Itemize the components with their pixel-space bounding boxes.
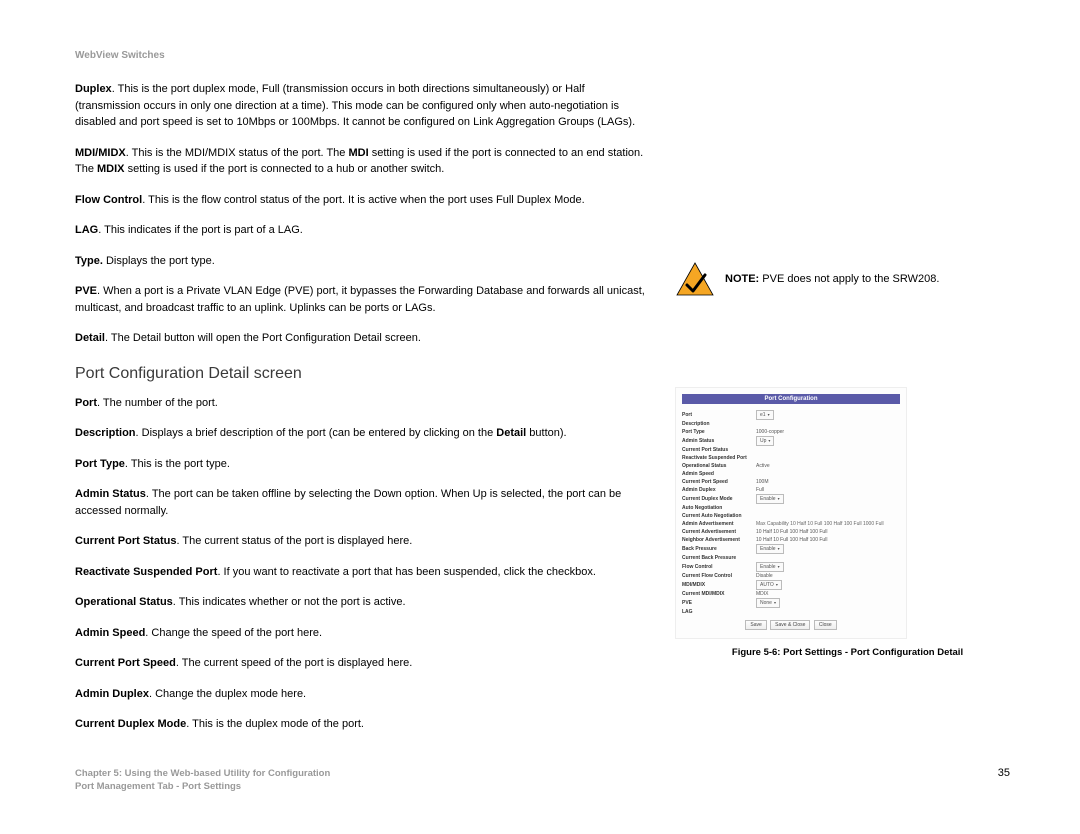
fig-pve[interactable]: None xyxy=(756,598,780,608)
item-current-duplex: Current Duplex Mode. This is the duplex … xyxy=(75,716,645,733)
fig-close-btn[interactable]: Close xyxy=(814,620,837,630)
item-port: Port. The number of the port. xyxy=(75,395,645,412)
fig-mdi[interactable]: AUTO xyxy=(756,580,782,590)
fig-save-btn[interactable]: Save xyxy=(745,620,766,630)
item-description: Description. Displays a brief descriptio… xyxy=(75,425,645,442)
para-mdi: MDI/MIDX. This is the MDI/MDIX status of… xyxy=(75,145,645,178)
page-header: WebView Switches xyxy=(75,50,1020,61)
para-detail-btn: Detail. The Detail button will open the … xyxy=(75,330,645,347)
item-admin-status: Admin Status. The port can be taken offl… xyxy=(75,486,645,519)
figure-title-bar: Port Configuration xyxy=(682,394,900,404)
fig-backpressure[interactable]: Enable xyxy=(756,544,784,554)
para-duplex: Duplex. This is the port duplex mode, Fu… xyxy=(75,81,645,131)
right-column: NOTE: PVE does not apply to the SRW208. … xyxy=(675,81,1020,747)
item-admin-speed: Admin Speed. Change the speed of the por… xyxy=(75,625,645,642)
note-icon xyxy=(675,261,715,297)
item-operational-status: Operational Status. This indicates wheth… xyxy=(75,594,645,611)
para-pve: PVE. When a port is a Private VLAN Edge … xyxy=(75,283,645,316)
main-text-column: Duplex. This is the port duplex mode, Fu… xyxy=(75,81,645,747)
fig-save-close-btn[interactable]: Save & Close xyxy=(770,620,810,630)
item-reactivate: Reactivate Suspended Port. If you want t… xyxy=(75,564,645,581)
figure-caption: Figure 5-6: Port Settings - Port Configu… xyxy=(675,647,1020,658)
footer-page-number: 35 xyxy=(998,767,1010,794)
para-type: Type. Displays the port type. xyxy=(75,253,645,270)
para-flow: Flow Control. This is the flow control s… xyxy=(75,192,645,209)
note-text: NOTE: PVE does not apply to the SRW208. xyxy=(725,273,939,285)
section-heading: Port Configuration Detail screen xyxy=(75,365,645,383)
item-port-type: Port Type. This is the port type. xyxy=(75,456,645,473)
figure-port-config: Port Configuration Porte1 Description Po… xyxy=(675,387,907,639)
footer-section: Port Management Tab - Port Settings xyxy=(75,780,330,793)
item-current-port-speed: Current Port Speed. The current speed of… xyxy=(75,655,645,672)
item-admin-duplex: Admin Duplex. Change the duplex mode her… xyxy=(75,686,645,703)
fig-duplex[interactable]: Enable xyxy=(756,494,784,504)
footer-chapter: Chapter 5: Using the Web-based Utility f… xyxy=(75,767,330,780)
page-footer: Chapter 5: Using the Web-based Utility f… xyxy=(75,767,1020,794)
fig-flowcontrol[interactable]: Enable xyxy=(756,562,784,572)
para-lag: LAG. This indicates if the port is part … xyxy=(75,222,645,239)
fig-port-select[interactable]: e1 xyxy=(756,410,774,420)
item-current-port-status: Current Port Status. The current status … xyxy=(75,533,645,550)
note-block: NOTE: PVE does not apply to the SRW208. xyxy=(675,261,1020,297)
fig-admin-status[interactable]: Up xyxy=(756,436,774,446)
